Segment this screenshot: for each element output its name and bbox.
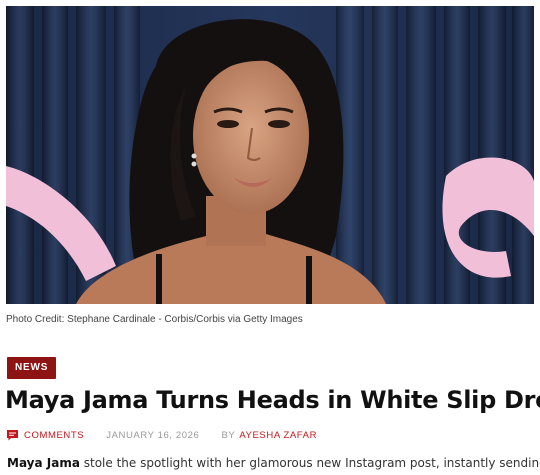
article-meta: COMMENTS JANUARY 16, 2026 BY AYESHA ZAFA… [7,428,317,442]
author-link[interactable]: AYESHA ZAFAR [239,430,317,441]
comment-icon[interactable] [7,429,18,441]
byline-label: BY [221,429,236,441]
article-title[interactable]: Maya Jama Turns Heads in White Slip Dres… [5,386,540,414]
hero-photo-illustration [6,6,534,304]
article-page: Photo Credit: Stephane Cardinale - Corbi… [0,0,540,475]
photo-credit: Photo Credit: Stephane Cardinale - Corbi… [6,314,303,325]
excerpt-lead: Maya Jama [7,456,80,470]
comments-link[interactable]: COMMENTS [24,430,84,441]
hero-image[interactable] [6,6,534,304]
publish-date: JANUARY 16, 2026 [106,429,200,441]
article-excerpt: Maya Jama stole the spotlight with her g… [7,456,540,470]
excerpt-text: stole the spotlight with her glamorous n… [79,456,540,470]
category-badge[interactable]: NEWS [7,357,57,379]
